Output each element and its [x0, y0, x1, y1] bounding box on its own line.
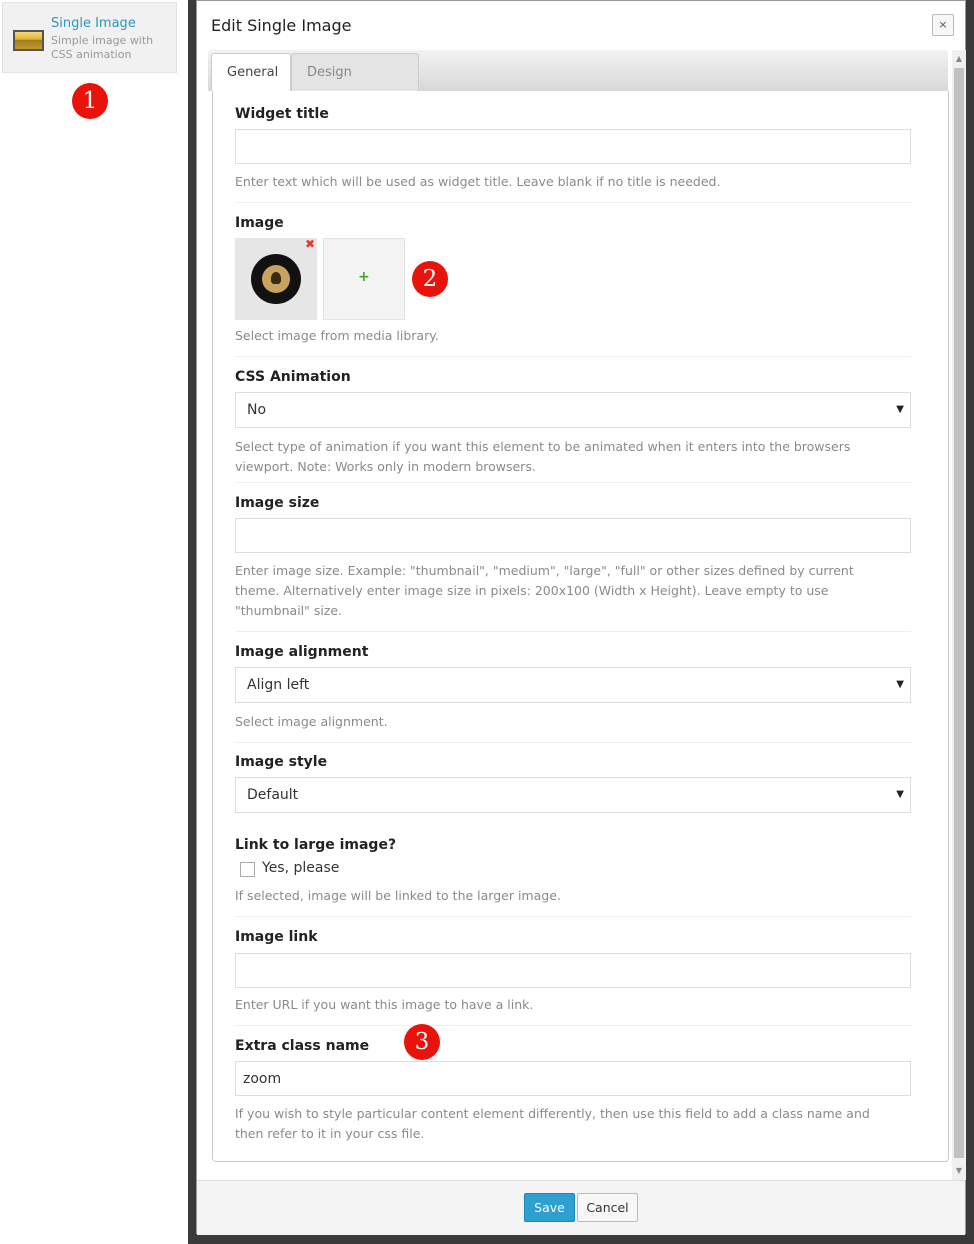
dialog-footer: Save Cancel: [197, 1180, 965, 1235]
extra-class-label: Extra class name: [235, 1038, 370, 1054]
annotation-badge-1: 1: [72, 83, 108, 119]
css-animation-value: No: [247, 402, 267, 418]
widget-title-input[interactable]: [235, 129, 911, 164]
image-size-input[interactable]: [235, 518, 911, 553]
chevron-down-icon: ▼: [896, 404, 904, 415]
scroll-up-arrow-icon[interactable]: ▲: [952, 50, 966, 68]
chevron-down-icon: ▼: [896, 679, 904, 690]
image-thumbnail-icon: [13, 30, 44, 51]
element-card-title: Single Image: [51, 16, 136, 31]
extra-class-value: zoom: [243, 1071, 282, 1087]
image-help: Select image from media library.: [235, 328, 439, 343]
logo-image: [251, 254, 301, 304]
image-alignment-value: Align left: [247, 677, 310, 693]
annotation-badge-2: 2: [412, 261, 448, 297]
add-image-button[interactable]: +: [323, 238, 405, 320]
image-style-value: Default: [247, 787, 299, 803]
css-animation-label: CSS Animation: [235, 369, 351, 385]
extra-class-input[interactable]: zoom: [235, 1061, 911, 1096]
element-card-description: Simple image with CSS animation: [51, 34, 154, 61]
chevron-down-icon: ▼: [896, 789, 904, 800]
image-link-input[interactable]: [235, 953, 911, 988]
link-large-help: If selected, image will be linked to the…: [235, 888, 561, 903]
scrollbar[interactable]: ▲ ▼: [952, 50, 966, 1180]
divider: [235, 916, 911, 917]
image-style-label: Image style: [235, 754, 328, 770]
image-size-help: Enter image size. Example: "thumbnail", …: [235, 563, 854, 618]
annotation-badge-3: 3: [404, 1024, 440, 1060]
save-button[interactable]: Save: [524, 1193, 575, 1222]
divider: [235, 482, 911, 483]
image-link-help: Enter URL if you want this image to have…: [235, 997, 534, 1012]
link-large-checkbox[interactable]: [240, 862, 255, 877]
extra-class-help: If you wish to style particular content …: [235, 1106, 870, 1141]
close-button[interactable]: ×: [932, 14, 954, 36]
element-card-single-image[interactable]: Single Image Simple image with CSS anima…: [2, 2, 177, 73]
divider: [235, 202, 911, 203]
image-alignment-select[interactable]: Align left ▼: [235, 667, 911, 703]
scroll-down-arrow-icon[interactable]: ▼: [952, 1162, 966, 1180]
cancel-button[interactable]: Cancel: [577, 1193, 638, 1222]
divider: [235, 631, 911, 632]
link-large-checkbox-label[interactable]: Yes, please: [262, 860, 339, 876]
image-size-label: Image size: [235, 495, 320, 511]
css-animation-help: Select type of animation if you want thi…: [235, 439, 851, 474]
image-alignment-help: Select image alignment.: [235, 714, 388, 729]
link-large-label: Link to large image?: [235, 837, 397, 853]
scroll-thumb[interactable]: [954, 68, 964, 1158]
tab-general[interactable]: General: [211, 53, 291, 91]
widget-title-help: Enter text which will be used as widget …: [235, 174, 721, 189]
plus-icon: +: [358, 269, 370, 285]
tabs-bar: General Design options: [208, 50, 948, 118]
edit-single-image-dialog: Edit Single Image × General Design optio…: [196, 0, 966, 1235]
image-label: Image: [235, 215, 284, 231]
dialog-title: Edit Single Image: [211, 16, 352, 35]
remove-image-icon[interactable]: ✖: [304, 238, 316, 250]
image-alignment-label: Image alignment: [235, 644, 369, 660]
tab-design-options[interactable]: Design options: [291, 53, 419, 118]
element-list: Single Image Simple image with CSS anima…: [0, 0, 188, 1244]
image-link-label: Image link: [235, 929, 318, 945]
divider: [235, 356, 911, 357]
image-style-select[interactable]: Default ▼: [235, 777, 911, 813]
divider: [235, 1025, 911, 1026]
divider: [235, 742, 911, 743]
widget-title-label: Widget title: [235, 106, 329, 122]
css-animation-select[interactable]: No ▼: [235, 392, 911, 428]
